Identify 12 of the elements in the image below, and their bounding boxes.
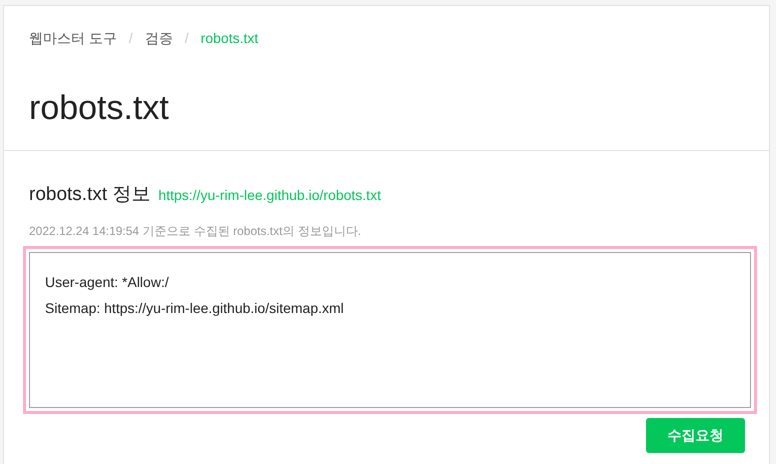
page-title: robots.txt: [29, 88, 170, 128]
section-heading: robots.txt 정보: [29, 183, 150, 207]
collected-note: 2022.12.24 14:19:54 기준으로 수집된 robots.txt의 정보입니다.: [29, 222, 362, 240]
robots-line: Sitemap: https://yu-rim-lee.github.io/sitemap.xml: [45, 298, 345, 318]
collect-request-button[interactable]: 수집요청: [646, 418, 745, 452]
breadcrumb-item[interactable]: 검증: [144, 28, 173, 48]
breadcrumb-separator: /: [128, 28, 133, 48]
breadcrumb-separator: /: [184, 28, 189, 48]
robots-url-link[interactable]: https://yu-rim-lee.github.io/robots.txt: [158, 185, 381, 206]
breadcrumb-item[interactable]: 웹마스터 도구: [29, 28, 117, 48]
breadcrumb-item[interactable]: robots.txt: [200, 28, 258, 48]
robots-line: User-agent: *Allow:/: [45, 272, 170, 292]
